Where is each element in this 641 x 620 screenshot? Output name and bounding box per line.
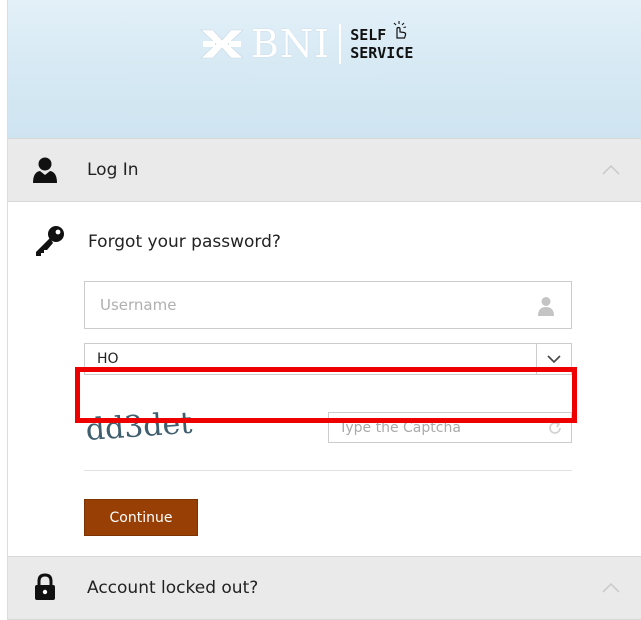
service-text: SERVICE xyxy=(350,44,414,62)
chevron-up-icon[interactable] xyxy=(602,582,620,594)
refresh-icon[interactable] xyxy=(547,420,563,436)
captcha-image: dd3det xyxy=(85,406,194,448)
account-locked-section-header[interactable]: Account locked out? xyxy=(8,556,641,620)
domain-select[interactable]: HO xyxy=(84,343,572,375)
captcha-field[interactable] xyxy=(328,412,572,443)
username-field[interactable] xyxy=(84,281,572,329)
user-icon xyxy=(33,157,57,183)
chevron-down-icon xyxy=(547,354,561,363)
bni-brand-text: BNI xyxy=(251,22,331,66)
continue-button[interactable]: Continue xyxy=(84,499,198,536)
tap-hand-icon xyxy=(393,21,407,39)
login-section-label: Log In xyxy=(87,160,139,180)
bni-mark-icon xyxy=(200,29,244,59)
captcha-image-text: dd3det xyxy=(85,406,194,448)
bni-logo: BNI SELF SERVICE xyxy=(199,21,414,66)
self-service-wordmark: SELF SERVICE xyxy=(350,21,414,62)
self-service-window: BNI SELF SERVICE Log In Forgot your pass… xyxy=(7,0,641,620)
person-icon xyxy=(538,297,554,316)
key-icon xyxy=(36,226,64,256)
logo-divider xyxy=(339,24,342,64)
form-divider xyxy=(84,470,572,471)
domain-select-toggle[interactable] xyxy=(536,344,571,374)
forgot-password-title: Forgot your password? xyxy=(88,232,281,252)
login-section-header[interactable]: Log In xyxy=(8,138,641,202)
username-input[interactable] xyxy=(85,282,571,328)
forgot-password-panel: Forgot your password? HO dd3det xyxy=(8,202,641,556)
captcha-input[interactable] xyxy=(329,413,571,442)
account-locked-label: Account locked out? xyxy=(87,578,259,598)
chevron-up-icon[interactable] xyxy=(602,164,620,176)
header: BNI SELF SERVICE xyxy=(8,0,641,138)
domain-select-value: HO xyxy=(97,351,119,367)
lock-icon xyxy=(35,573,55,600)
